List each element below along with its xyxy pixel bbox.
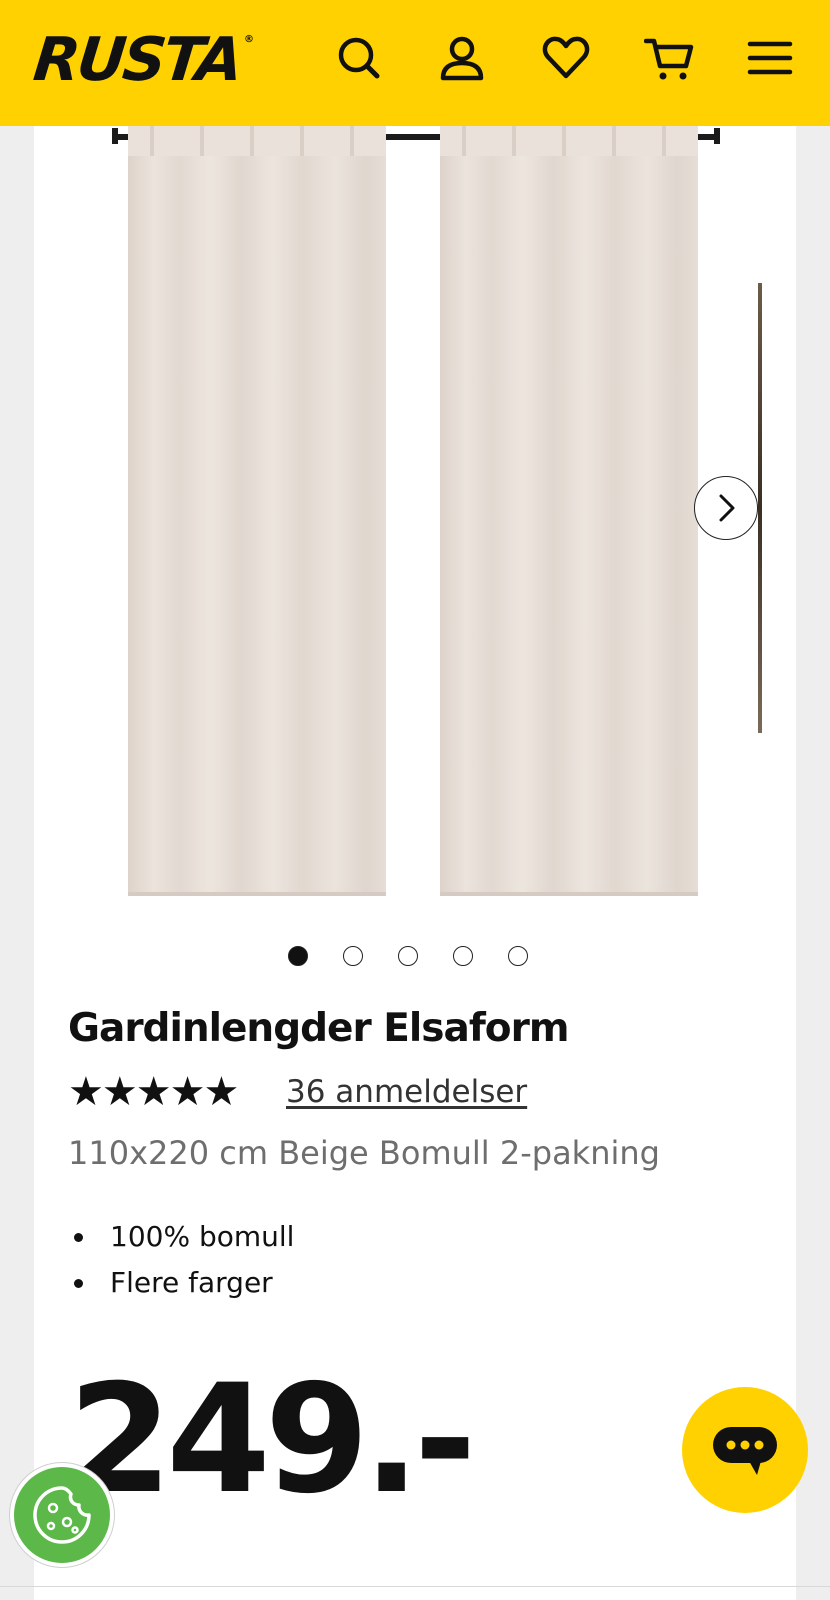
cookie-settings-button[interactable]	[10, 1463, 114, 1567]
chat-bubble-icon	[713, 1427, 777, 1475]
gallery-pagination	[34, 944, 796, 968]
product-image-gallery[interactable]	[34, 126, 796, 906]
pagination-dot-4[interactable]	[453, 946, 473, 966]
cookie-icon	[33, 1486, 91, 1544]
next-image-button[interactable]	[694, 476, 758, 540]
site-header: RUSTA ®	[0, 0, 830, 126]
curtain-panel-left	[128, 126, 386, 896]
registered-mark: ®	[244, 34, 254, 45]
account-icon[interactable]	[436, 32, 488, 84]
rating-stars: ★★★★★	[68, 1069, 239, 1115]
feature-list: 100% bomull Flere farger	[68, 1214, 294, 1306]
pagination-dot-1[interactable]	[288, 946, 308, 966]
search-icon[interactable]	[334, 32, 386, 84]
chevron-right-icon	[719, 494, 735, 522]
curtain-panel-right	[440, 126, 698, 896]
product-card: Gardinlengder Elsaform ★★★★★ 36 anmeldel…	[34, 126, 796, 1600]
product-price: 249.-	[68, 1353, 476, 1527]
heart-icon[interactable]	[540, 32, 592, 84]
cart-icon[interactable]	[643, 32, 696, 84]
pagination-dot-2[interactable]	[343, 946, 363, 966]
rusta-logo[interactable]: RUSTA	[30, 24, 243, 96]
pagination-dot-5[interactable]	[508, 946, 528, 966]
feature-item: 100% bomull	[68, 1214, 294, 1260]
product-title: Gardinlengder Elsaform	[68, 1006, 569, 1051]
rod-end	[112, 128, 118, 144]
chat-button[interactable]	[682, 1387, 808, 1513]
reviews-link[interactable]: 36 anmeldelser	[286, 1072, 527, 1112]
menu-icon[interactable]	[744, 32, 796, 84]
next-image-preview	[758, 283, 762, 733]
feature-item: Flere farger	[68, 1260, 294, 1306]
rod-end	[714, 128, 720, 144]
product-variant: 110x220 cm Beige Bomull 2-pakning	[68, 1134, 660, 1172]
page-bottom-divider	[0, 1586, 830, 1587]
pagination-dot-3[interactable]	[398, 946, 418, 966]
